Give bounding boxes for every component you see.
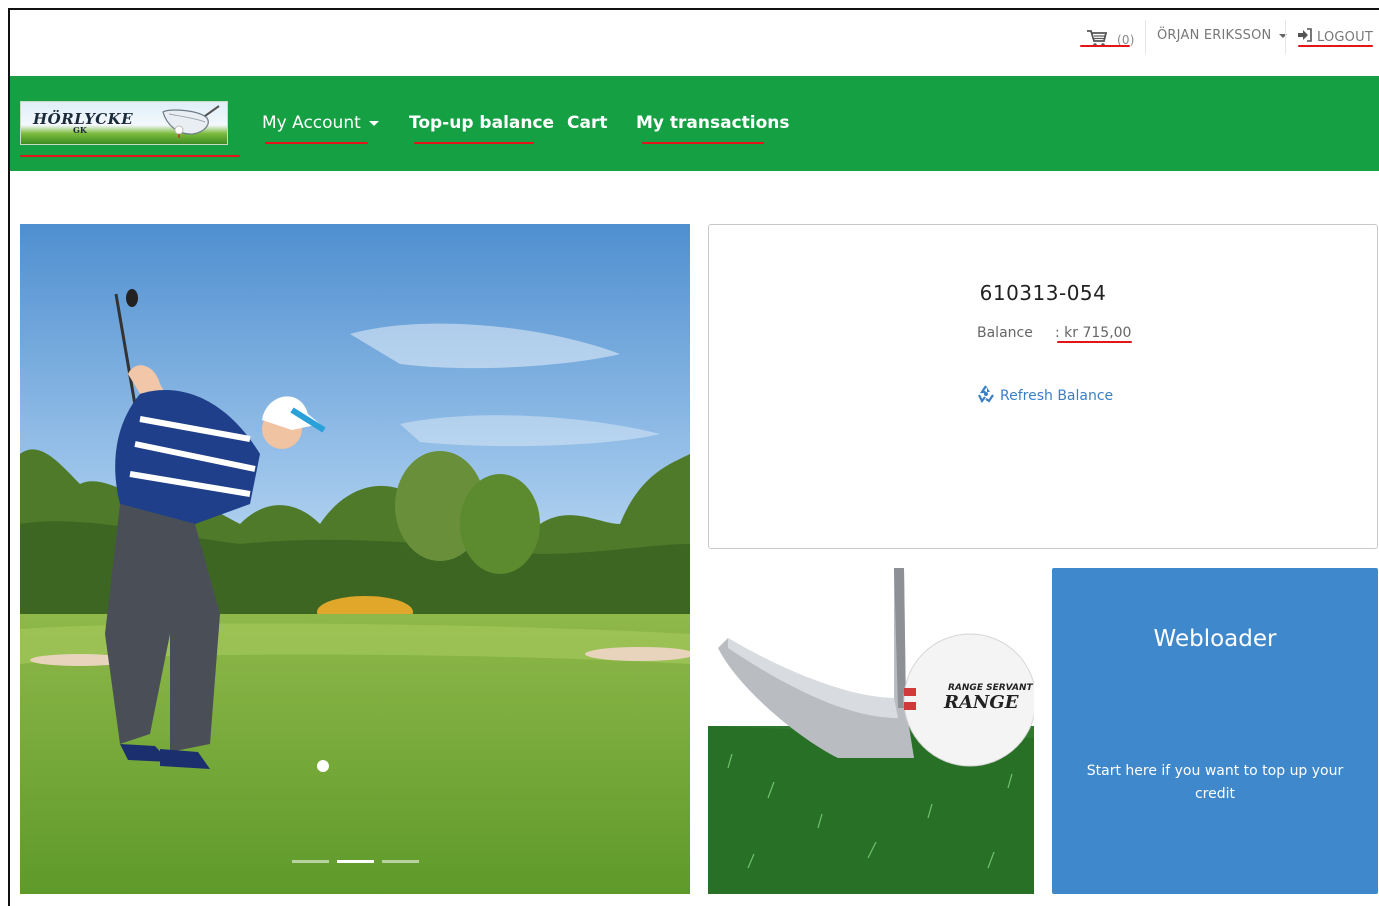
carousel-indicator-2[interactable] bbox=[337, 860, 374, 863]
annotation-underline bbox=[1057, 341, 1132, 343]
logout-link[interactable]: LOGOUT bbox=[1297, 28, 1373, 46]
nav-my-transactions[interactable]: My transactions bbox=[636, 113, 790, 133]
annotation-underline bbox=[1080, 45, 1130, 47]
annotation-underline bbox=[20, 155, 240, 157]
top-utility-bar: (0) ÖRJAN ERIKSSON LOGOUT bbox=[10, 10, 1379, 76]
carousel-indicator-3[interactable] bbox=[382, 860, 419, 863]
range-ball-photo: RANGE SERVANT RANGE bbox=[708, 568, 1034, 894]
webloader-description: Start here if you want to top up your cr… bbox=[1086, 763, 1344, 802]
cart-link[interactable]: (0) bbox=[1085, 28, 1135, 52]
nav-my-account[interactable]: My Account bbox=[262, 113, 379, 133]
user-menu[interactable]: ÖRJAN ERIKSSON bbox=[1157, 28, 1287, 43]
carousel-indicator-1[interactable] bbox=[292, 860, 329, 863]
annotation-underline bbox=[414, 142, 534, 144]
balance-label: Balance bbox=[977, 325, 1033, 341]
logout-label: LOGOUT bbox=[1317, 29, 1373, 45]
account-id: 610313-054 bbox=[979, 281, 1107, 305]
nav-cart[interactable]: Cart bbox=[567, 113, 607, 133]
balance-value: : kr 715,00 bbox=[1055, 325, 1132, 341]
refresh-balance-link[interactable]: Refresh Balance bbox=[977, 385, 1113, 407]
logout-icon bbox=[1297, 28, 1313, 46]
annotation-underline bbox=[642, 142, 764, 144]
range-photo[interactable]: RANGE SERVANT RANGE bbox=[708, 568, 1034, 894]
logo-subtext: GK bbox=[73, 125, 87, 135]
user-name: ÖRJAN ERIKSSON bbox=[1157, 28, 1272, 43]
nav-top-up-balance[interactable]: Top-up balance bbox=[409, 113, 554, 133]
balance-card: 610313-054 Balance : kr 715,00 Refresh B… bbox=[708, 224, 1378, 549]
recycle-icon bbox=[977, 385, 995, 407]
caret-down-icon bbox=[368, 120, 379, 126]
carousel-indicators bbox=[292, 860, 419, 863]
svg-text:RANGE: RANGE bbox=[943, 692, 1019, 713]
club-logo[interactable]: HÖRLYCKE GK bbox=[20, 101, 228, 145]
golfer-photo bbox=[20, 224, 690, 894]
refresh-balance-label: Refresh Balance bbox=[1000, 388, 1114, 404]
golf-club-logo-icon bbox=[162, 105, 220, 138]
webloader-tile[interactable]: Webloader Start here if you want to top … bbox=[1052, 568, 1378, 894]
hero-carousel[interactable] bbox=[20, 224, 690, 894]
topbar-divider bbox=[1145, 20, 1146, 54]
annotation-underline bbox=[1298, 45, 1373, 47]
annotation-underline bbox=[265, 142, 368, 144]
topbar-divider bbox=[1285, 20, 1286, 54]
nav-my-account-label: My Account bbox=[262, 113, 361, 133]
cart-icon bbox=[1085, 28, 1109, 52]
webloader-title: Webloader bbox=[1153, 626, 1277, 652]
